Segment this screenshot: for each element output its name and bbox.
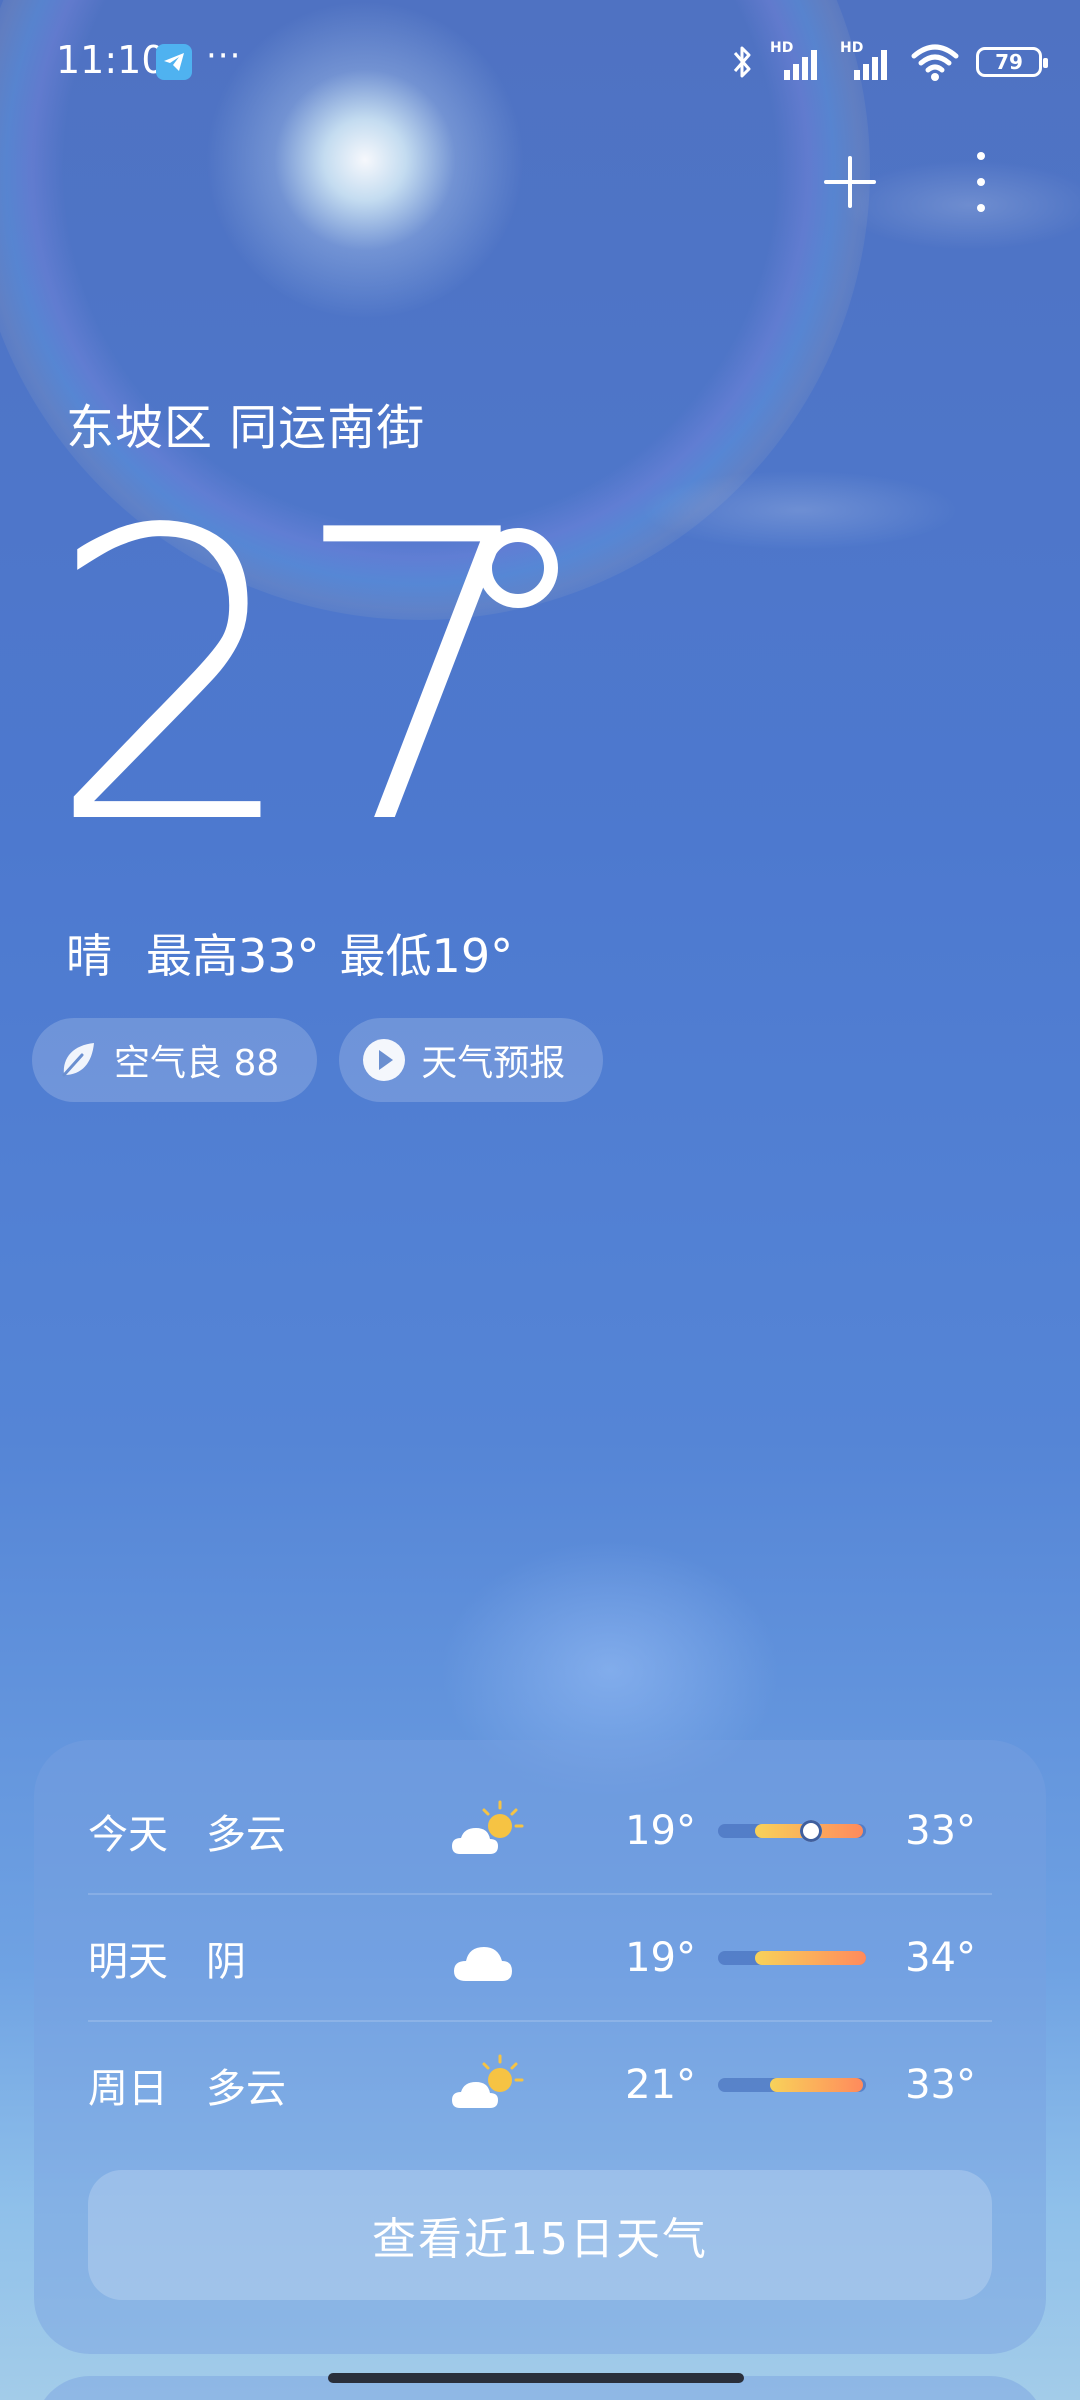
high-temperature: 最高33° xyxy=(146,929,320,983)
battery-level: 79 xyxy=(995,50,1023,74)
forecast-low: 19° xyxy=(625,1934,696,1981)
air-quality-label: 空气良 88 xyxy=(114,1043,280,1084)
forecast-card: 今天 多云 19° 33° 明天 阴 19° 34° 周日 多云 21° 33°… xyxy=(34,1740,1046,2354)
forecast-row-sunday[interactable]: 周日 多云 21° 33° xyxy=(88,2022,992,2147)
info-chips: 空气良 88 天气预报 xyxy=(32,1018,604,1102)
leaf-icon xyxy=(56,1039,98,1081)
view-15-day-forecast-button[interactable]: 查看近15日天气 xyxy=(88,2170,992,2300)
current-temperature-marker xyxy=(800,1819,823,1842)
more-notifications-icon: ··· xyxy=(206,36,242,76)
temperature-range-bar xyxy=(718,1819,866,1842)
current-condition: 晴 xyxy=(66,929,112,983)
weather-app: 11:10 ··· HD HD 79 东坡区 同运南街 27 晴 最高33° 最… xyxy=(0,0,1080,2400)
cellular-signal-icon-2: HD xyxy=(840,40,894,82)
cloudy-icon xyxy=(446,1923,536,1993)
partly-cloudy-icon xyxy=(446,2050,536,2120)
play-icon xyxy=(363,1039,406,1081)
current-temperature: 27 xyxy=(46,447,545,912)
telegram-notification-icon xyxy=(156,44,192,80)
forecast-high: 33° xyxy=(905,1807,976,1854)
air-quality-chip[interactable]: 空气良 88 xyxy=(32,1018,318,1102)
forecast-condition: 多云 xyxy=(206,1811,286,1858)
temperature-range-fill xyxy=(769,2077,864,2092)
forecast-condition: 多云 xyxy=(206,2065,286,2112)
forecast-low: 19° xyxy=(625,1807,696,1854)
forecast-day: 周日 xyxy=(88,2065,168,2112)
forecast-condition: 阴 xyxy=(206,1938,246,1985)
home-indicator[interactable] xyxy=(328,2373,744,2383)
forecast-row-today[interactable]: 今天 多云 19° 33° xyxy=(88,1768,992,1893)
weather-forecast-label: 天气预报 xyxy=(421,1043,566,1084)
forecast-high: 33° xyxy=(905,2061,976,2108)
cellular-signal-icon: HD xyxy=(770,40,824,82)
more-options-button[interactable] xyxy=(966,152,996,212)
bluetooth-icon xyxy=(733,46,751,78)
forecast-row-tomorrow[interactable]: 明天 阴 19° 34° xyxy=(88,1895,992,2020)
temperature-range-bar xyxy=(718,1950,866,1965)
partly-cloudy-icon xyxy=(446,1796,536,1866)
forecast-low: 21° xyxy=(625,2061,696,2108)
forecast-day: 明天 xyxy=(88,1938,168,1985)
status-bar: 11:10 ··· HD HD 79 xyxy=(0,0,1080,120)
degree-symbol xyxy=(478,528,558,608)
forecast-high: 34° xyxy=(905,1934,976,1981)
battery-indicator: 79 xyxy=(976,47,1048,77)
weather-forecast-video-chip[interactable]: 天气预报 xyxy=(339,1018,604,1102)
temperature-range-fill xyxy=(755,1950,866,1965)
wifi-icon xyxy=(911,44,959,81)
weather-summary: 晴 最高33° 最低19° xyxy=(66,920,513,986)
forecast-day: 今天 xyxy=(88,1811,168,1858)
status-icons: HD HD 79 xyxy=(730,40,1048,84)
temperature-range-bar xyxy=(718,2077,866,2092)
low-temperature: 最低19° xyxy=(339,929,514,983)
cloud-wisp xyxy=(640,470,960,550)
add-city-button[interactable] xyxy=(822,154,878,210)
clock: 11:10 xyxy=(56,38,166,82)
